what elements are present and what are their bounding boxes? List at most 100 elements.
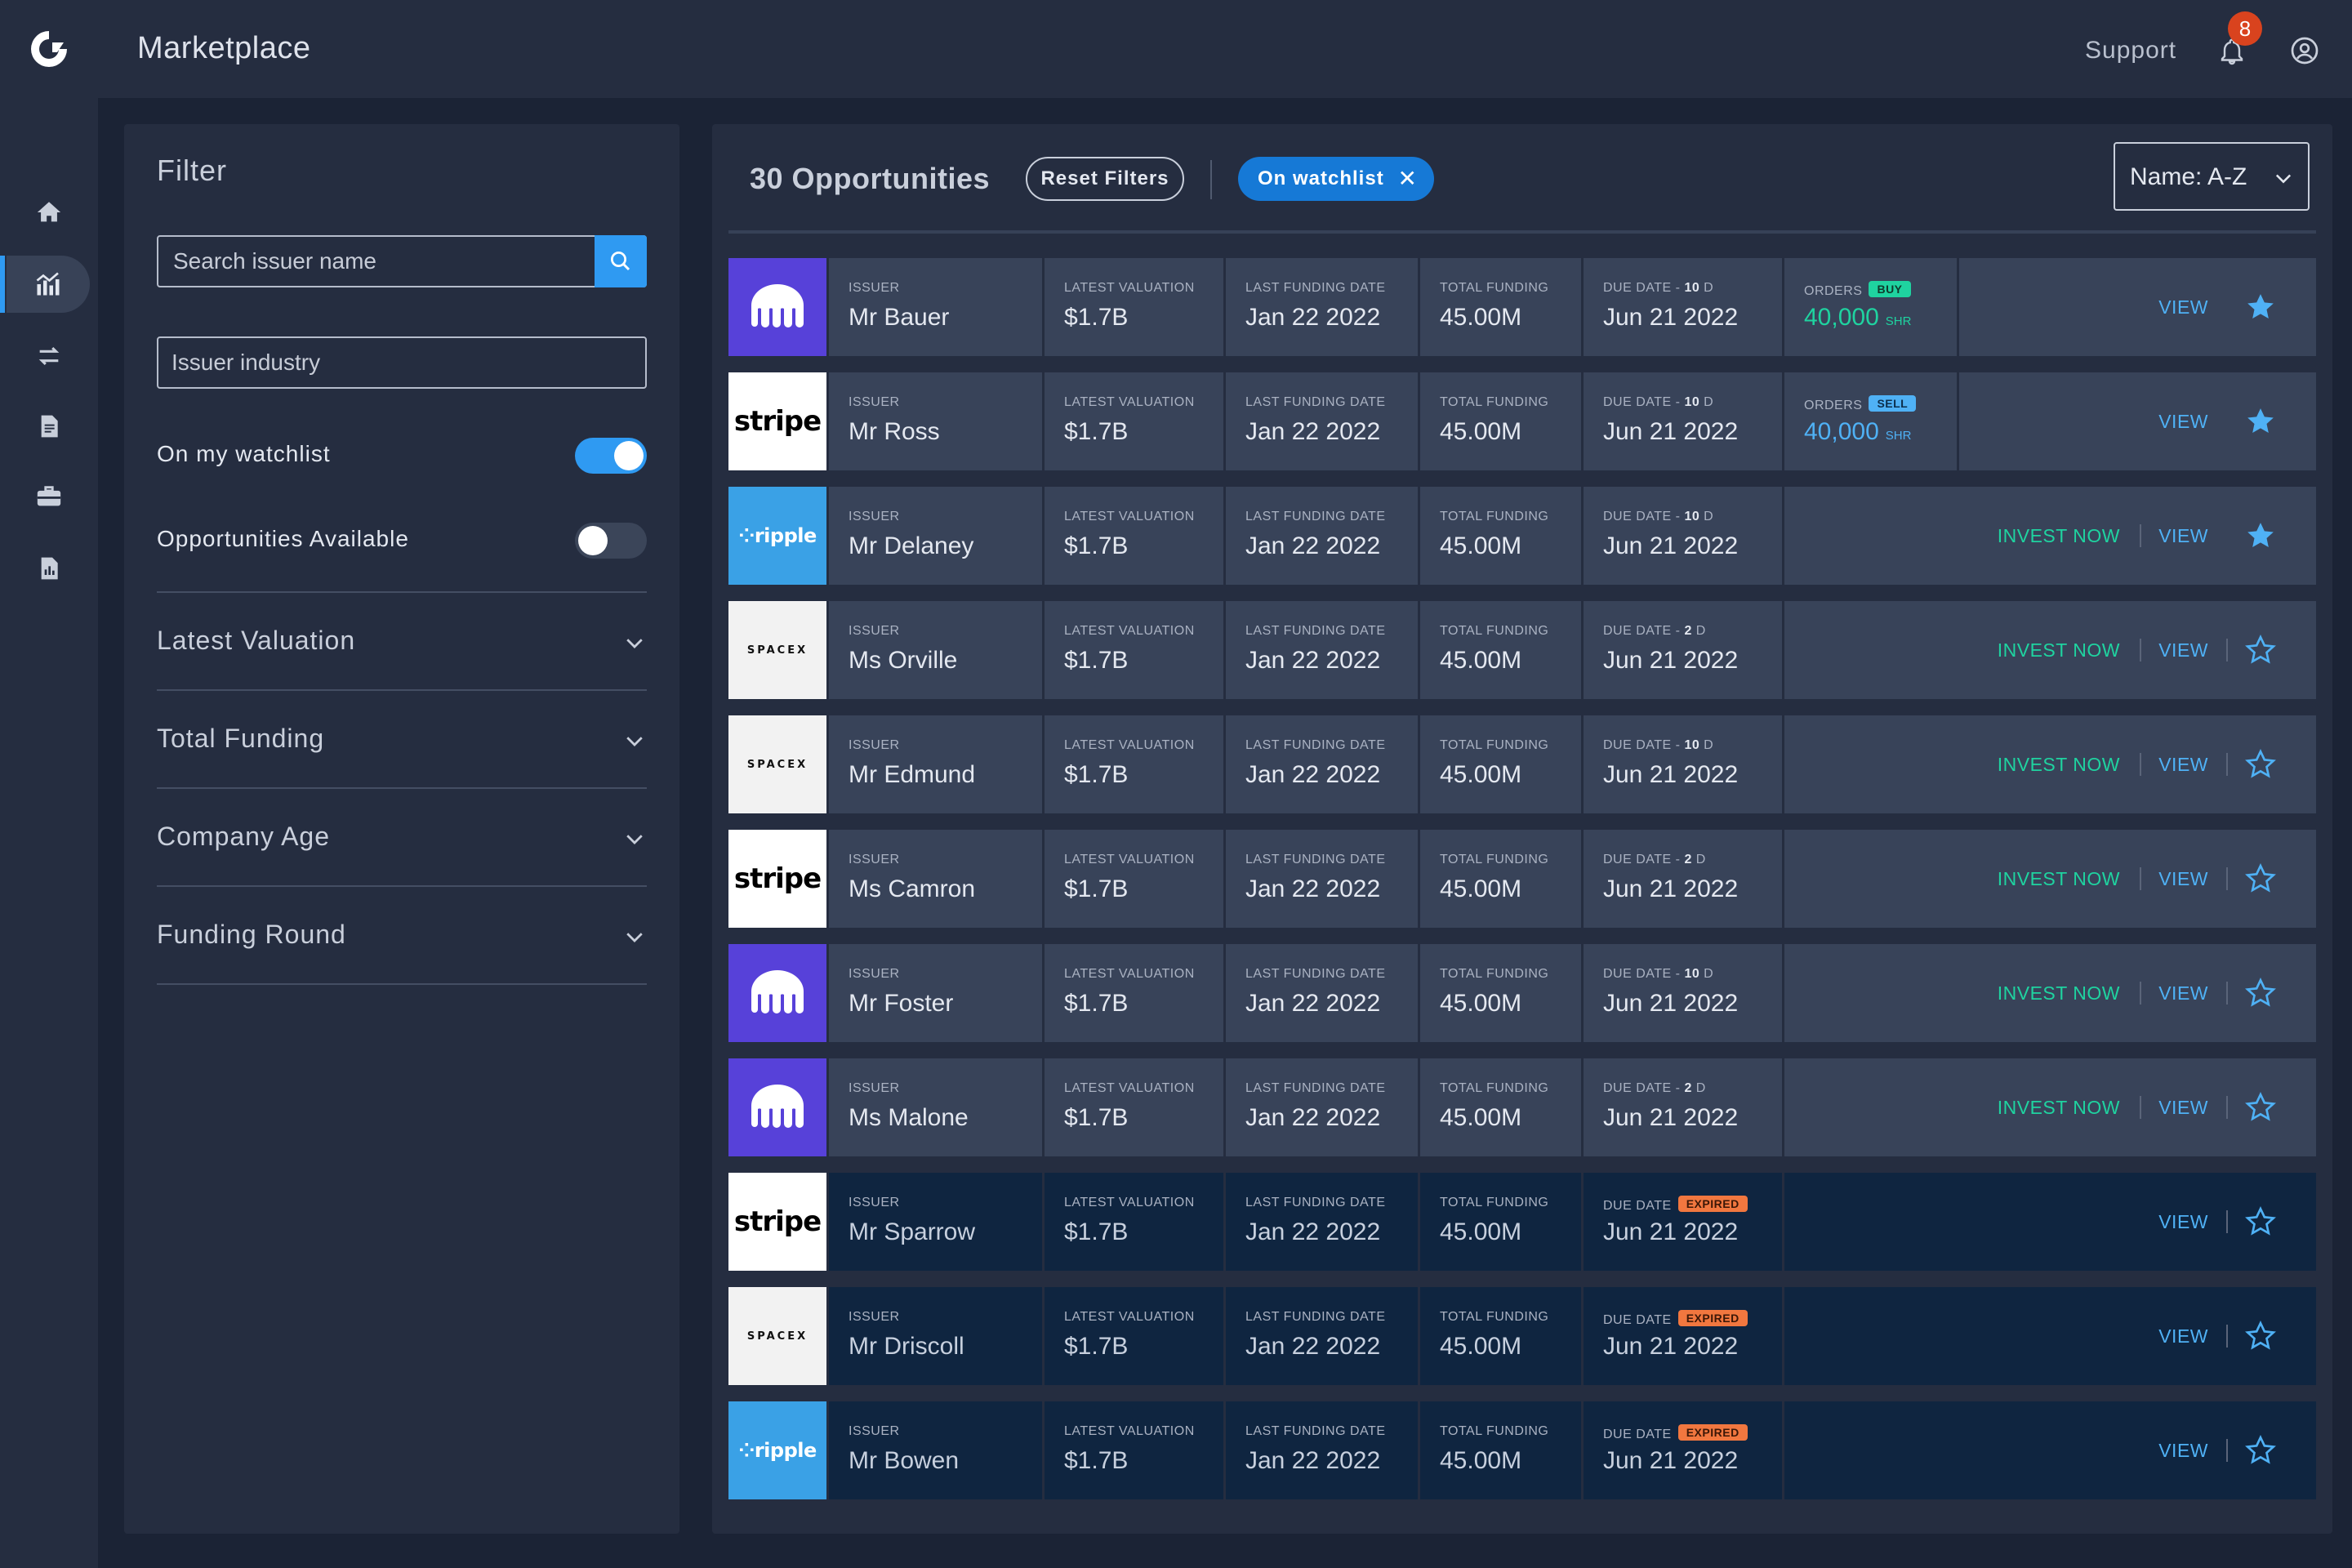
latest-valuation: LATEST VALUATION $1.7B bbox=[1042, 830, 1223, 928]
nav-portfolio[interactable] bbox=[0, 468, 98, 525]
view-button[interactable]: VIEW bbox=[2158, 1440, 2208, 1462]
total-funding-value: 45.00M bbox=[1440, 1447, 1522, 1474]
star-outline-icon[interactable] bbox=[2244, 1320, 2277, 1352]
company-logo bbox=[728, 258, 826, 356]
opportunity-row[interactable]: ISSUER Mr Bauer LATEST VALUATION $1.7B LAST … bbox=[728, 258, 2316, 356]
nav-documents[interactable] bbox=[0, 398, 98, 455]
cell-divider bbox=[1782, 830, 1784, 928]
nav-marketplace[interactable] bbox=[0, 256, 90, 313]
close-icon[interactable]: ✕ bbox=[1398, 157, 1418, 201]
available-toggle[interactable] bbox=[575, 523, 647, 559]
accordion-company-age[interactable]: Company Age bbox=[157, 787, 647, 885]
user-account-icon[interactable] bbox=[2290, 36, 2319, 65]
invest-now-button[interactable]: INVEST NOW bbox=[1998, 754, 2120, 776]
star-outline-icon[interactable] bbox=[2244, 977, 2277, 1009]
opportunity-row[interactable]: stripe ISSUER Mr Sparrow LATEST VALUATION $1… bbox=[728, 1173, 2316, 1271]
issuer: ISSUER Mr Ross bbox=[826, 372, 1042, 470]
view-button[interactable]: VIEW bbox=[2158, 868, 2208, 890]
issuer-value: Ms Camron bbox=[849, 875, 976, 902]
last-funding-date-value: Jan 22 2022 bbox=[1245, 1447, 1381, 1474]
opportunity-row[interactable]: SPACEX ISSUER Mr Driscoll LATEST VALUATION $… bbox=[728, 1287, 2316, 1385]
reset-filters-button[interactable]: Reset Filters bbox=[1026, 157, 1184, 201]
toggle-knob bbox=[578, 526, 608, 555]
star-outline-icon[interactable] bbox=[2244, 1205, 2277, 1238]
last-funding-date-label: LAST FUNDING DATE bbox=[1245, 967, 1386, 981]
latest-valuation-value: $1.7B bbox=[1064, 1333, 1129, 1360]
star-filled-icon[interactable] bbox=[2244, 405, 2277, 438]
view-button[interactable]: VIEW bbox=[2158, 525, 2208, 547]
latest-valuation-label: LATEST VALUATION bbox=[1064, 1081, 1195, 1095]
latest-valuation-value: $1.7B bbox=[1064, 1447, 1129, 1474]
nav-reports[interactable] bbox=[0, 540, 98, 597]
view-button[interactable]: VIEW bbox=[2158, 296, 2208, 318]
star-filled-icon[interactable] bbox=[2244, 519, 2277, 552]
view-button[interactable]: VIEW bbox=[2158, 1325, 2208, 1348]
view-button[interactable]: VIEW bbox=[2158, 982, 2208, 1004]
issuer: ISSUER Mr Edmund bbox=[826, 715, 1042, 813]
due-date-value: Jun 21 2022 bbox=[1603, 304, 1739, 331]
last-funding-date-value: Jan 22 2022 bbox=[1245, 532, 1381, 559]
opportunity-row[interactable]: stripe ISSUER Mr Ross LATEST VALUATION $1.7B… bbox=[728, 372, 2316, 470]
opportunity-row[interactable]: stripe ISSUER Ms Camron LATEST VALUATION $1.… bbox=[728, 830, 2316, 928]
cell-divider bbox=[1782, 1287, 1784, 1385]
accordion-funding-round[interactable]: Funding Round bbox=[157, 885, 647, 983]
opportunity-row[interactable]: ISSUER Mr Foster LATEST VALUATION $1.7B LAST… bbox=[728, 944, 2316, 1042]
watchlist-toggle-label: On my watchlist bbox=[157, 441, 331, 466]
industry-input[interactable] bbox=[158, 338, 645, 387]
home-icon bbox=[37, 202, 61, 222]
invest-now-button[interactable]: INVEST NOW bbox=[1998, 525, 2120, 547]
last-funding-date-label: LAST FUNDING DATE bbox=[1245, 1196, 1386, 1209]
latest-valuation: LATEST VALUATION $1.7B bbox=[1042, 1287, 1223, 1385]
watchlist-toggle[interactable] bbox=[575, 438, 647, 474]
invest-now-button[interactable]: INVEST NOW bbox=[1998, 1097, 2120, 1119]
total-funding-value: 45.00M bbox=[1440, 532, 1522, 559]
issuer-search-input[interactable] bbox=[158, 237, 591, 286]
issuer-value: Mr Delaney bbox=[849, 532, 974, 559]
sort-select[interactable]: Name: A-Z bbox=[2114, 142, 2310, 211]
expired-tag: EXPIRED bbox=[1677, 1310, 1748, 1326]
kraken-logo-icon bbox=[751, 284, 804, 327]
opportunity-row[interactable]: SPACEX ISSUER Ms Orville LATEST VALUATION $1… bbox=[728, 601, 2316, 699]
nav-transfers[interactable] bbox=[0, 327, 98, 385]
invest-now-button[interactable]: INVEST NOW bbox=[1998, 868, 2120, 890]
support-link[interactable]: Support bbox=[2085, 37, 2176, 65]
total-funding-value: 45.00M bbox=[1440, 875, 1522, 902]
star-outline-icon[interactable] bbox=[2244, 1091, 2277, 1124]
invest-now-button[interactable]: INVEST NOW bbox=[1998, 639, 2120, 662]
spacex-logo-text: SPACEX bbox=[746, 758, 808, 771]
due-date-label: DUE DATE - 10 D bbox=[1603, 510, 1714, 523]
last-funding-date-value: Jan 22 2022 bbox=[1245, 1333, 1381, 1360]
star-outline-icon[interactable] bbox=[2244, 1434, 2277, 1467]
accordion-total-funding[interactable]: Total Funding bbox=[157, 689, 647, 787]
view-button[interactable]: VIEW bbox=[2158, 754, 2208, 776]
last-funding-date: LAST FUNDING DATE Jan 22 2022 bbox=[1223, 944, 1418, 1042]
opportunity-row[interactable]: ⁘ripple ISSUER Mr Bowen LATEST VALUATION $1.… bbox=[728, 1401, 2316, 1499]
view-button[interactable]: VIEW bbox=[2158, 1211, 2208, 1233]
watchlist-filter-chip[interactable]: On watchlist ✕ bbox=[1238, 157, 1434, 201]
accordion-label: Company Age bbox=[157, 822, 331, 851]
star-filled-icon[interactable] bbox=[2244, 291, 2277, 323]
opportunity-row[interactable]: ⁘ripple ISSUER Mr Delaney LATEST VALUATION $… bbox=[728, 487, 2316, 585]
nav-home[interactable] bbox=[0, 184, 98, 241]
search-button[interactable] bbox=[595, 235, 647, 287]
opportunity-row[interactable]: ISSUER Ms Malone LATEST VALUATION $1.7B LAST… bbox=[728, 1058, 2316, 1156]
view-button[interactable]: VIEW bbox=[2158, 411, 2208, 433]
view-button[interactable]: VIEW bbox=[2158, 1097, 2208, 1119]
invest-now-button[interactable]: INVEST NOW bbox=[1998, 982, 2120, 1004]
app-logo-icon[interactable] bbox=[28, 28, 70, 70]
sort-label: Name: A-Z bbox=[2130, 163, 2247, 190]
total-funding: TOTAL FUNDING 45.00M bbox=[1418, 715, 1581, 813]
accordion-latest-valuation[interactable]: Latest Valuation bbox=[157, 591, 647, 689]
chevron-down-icon bbox=[2275, 174, 2292, 184]
opportunity-row[interactable]: SPACEX ISSUER Mr Edmund LATEST VALUATION $1.… bbox=[728, 715, 2316, 813]
issuer-value: Mr Bauer bbox=[849, 304, 950, 331]
total-funding-label: TOTAL FUNDING bbox=[1440, 281, 1549, 295]
view-button[interactable]: VIEW bbox=[2158, 639, 2208, 662]
star-outline-icon[interactable] bbox=[2244, 634, 2277, 666]
due-date-value: Jun 21 2022 bbox=[1603, 1333, 1739, 1360]
last-funding-date-value: Jan 22 2022 bbox=[1245, 761, 1381, 788]
star-outline-icon[interactable] bbox=[2244, 862, 2277, 895]
due-date-value: Jun 21 2022 bbox=[1603, 418, 1739, 445]
star-outline-icon[interactable] bbox=[2244, 748, 2277, 781]
latest-valuation-value: $1.7B bbox=[1064, 304, 1129, 331]
